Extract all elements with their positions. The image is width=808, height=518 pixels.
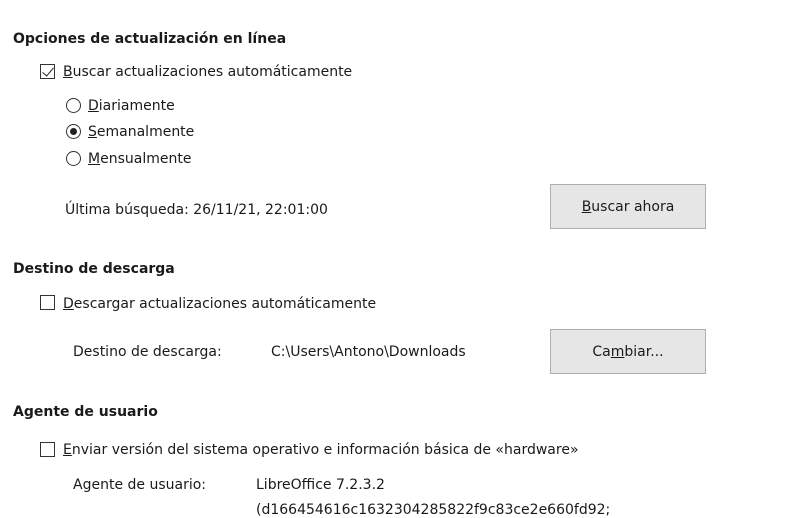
agent-value-line2: (d166454616c1632304285822f9c83ce2e660fd9… xyxy=(256,502,611,518)
check-now-mnemonic: B xyxy=(581,198,592,215)
auto-download-checkbox[interactable] xyxy=(40,295,55,310)
daily-text: iariamente xyxy=(98,98,175,114)
radio-daily-label[interactable]: Diariamente xyxy=(88,99,175,113)
radio-weekly[interactable] xyxy=(66,124,81,139)
radio-daily[interactable] xyxy=(66,98,81,113)
auto-check-checkbox[interactable] xyxy=(40,64,55,79)
send-info-mnemonic: E xyxy=(63,442,72,458)
auto-check-mnemonic: B xyxy=(63,64,73,80)
monthly-mnemonic: M xyxy=(88,151,101,167)
agent-value-line1: LibreOffice 7.2.3.2 xyxy=(256,477,385,493)
online-update-options-page: Opciones de actualización en línea Busca… xyxy=(0,0,808,518)
send-info-checkbox[interactable] xyxy=(40,442,55,457)
send-info-text: nviar versión del sistema operativo e in… xyxy=(71,442,579,458)
online-update-heading: Opciones de actualización en línea xyxy=(13,31,287,47)
user-agent-heading: Agente de usuario xyxy=(13,404,158,420)
checkmark-icon xyxy=(42,64,54,77)
change-destination-button[interactable]: Ca m biar... xyxy=(550,329,706,374)
change-text-pre: Ca xyxy=(592,343,611,360)
weekly-text: emanalmente xyxy=(96,124,195,140)
radio-monthly[interactable] xyxy=(66,151,81,166)
auto-download-text: escargar actualizaciones automáticamente xyxy=(73,296,377,312)
auto-download-mnemonic: D xyxy=(63,296,74,312)
change-mnemonic: m xyxy=(610,343,625,360)
check-now-button[interactable]: Buscar ahora xyxy=(550,184,706,229)
auto-download-label[interactable]: Descargar actualizaciones automáticament… xyxy=(63,297,376,311)
last-check-label: Última búsqueda: 26/11/21, 22:01:00 xyxy=(65,202,328,218)
daily-mnemonic: D xyxy=(88,98,99,114)
check-now-text: uscar ahora xyxy=(591,198,675,215)
send-info-label[interactable]: Enviar versión del sistema operativo e i… xyxy=(63,443,579,457)
radio-monthly-label[interactable]: Mensualmente xyxy=(88,152,191,166)
weekly-mnemonic: S xyxy=(88,124,97,140)
change-text-rest: biar... xyxy=(624,343,664,360)
monthly-text: ensualmente xyxy=(100,151,192,167)
destination-label: Destino de descarga: xyxy=(73,344,222,360)
auto-check-text: uscar actualizaciones automáticamente xyxy=(72,64,353,80)
radio-selected-dot xyxy=(70,128,77,135)
download-heading: Destino de descarga xyxy=(13,261,175,277)
destination-path: C:\Users\Antono\Downloads xyxy=(271,344,466,360)
radio-weekly-label[interactable]: Semanalmente xyxy=(88,125,194,139)
agent-label: Agente de usuario: xyxy=(73,477,206,493)
auto-check-label[interactable]: Buscar actualizaciones automáticamente xyxy=(63,65,352,79)
